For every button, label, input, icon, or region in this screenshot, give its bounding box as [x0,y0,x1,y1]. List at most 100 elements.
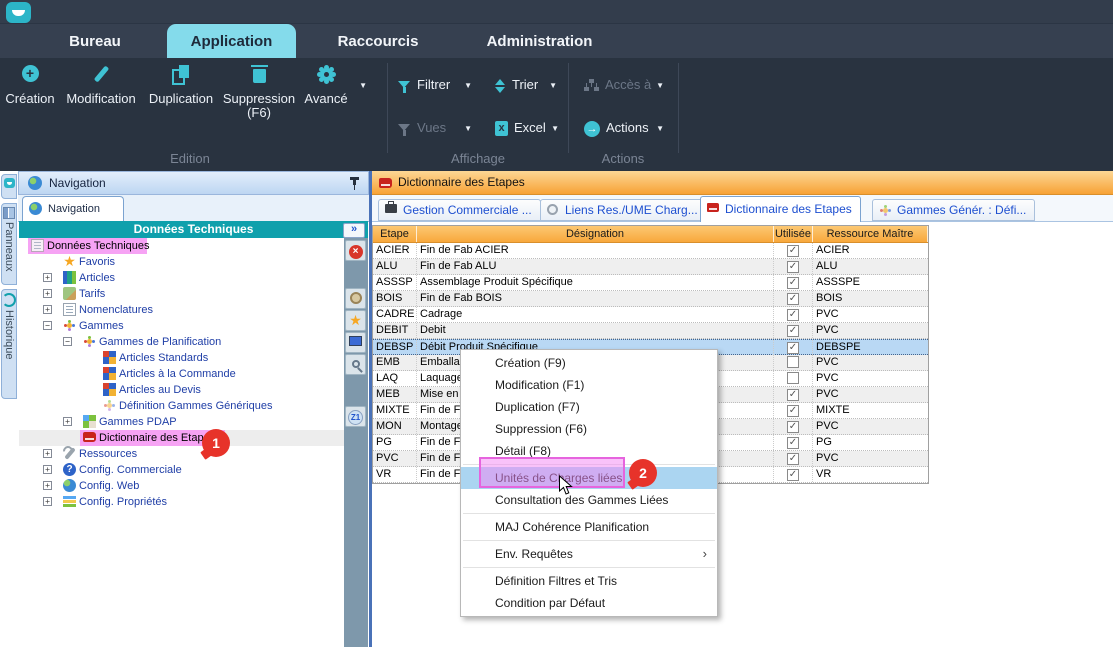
tree-expander-icon[interactable]: + [43,465,52,474]
menu-item-suppression-f6-[interactable]: Suppression (F6) [461,418,717,440]
menu-item-duplication-f7-[interactable]: Duplication (F7) [461,396,717,418]
tree-item-favoris[interactable]: Favoris [19,254,344,270]
app-logo-icon[interactable] [6,2,31,23]
table-row-asssp[interactable]: ASSSPAssemblage Produit Spécifique✓ASSSP… [373,275,928,291]
checkbox[interactable]: ✓ [787,277,799,289]
pin-icon[interactable] [353,177,356,185]
tree-expander-icon[interactable]: + [43,273,52,282]
checkbox[interactable]: ✓ [787,342,799,354]
checkbox[interactable] [787,356,799,368]
checkbox[interactable]: ✓ [787,293,799,305]
checkbox[interactable]: ✓ [787,245,799,257]
document-tab-1[interactable]: Gestion Commerciale ... [378,199,541,221]
table-row-alu[interactable]: ALUFin de Fab ALU✓ALU [373,259,928,275]
button-trier[interactable]: Trier▼ [495,76,557,94]
side-button-z1[interactable]: Z1 [345,406,366,427]
button-label: Avancé [299,92,353,106]
menu-separator [463,540,715,541]
column-header-d-signation[interactable]: Désignation [417,226,774,242]
tree-expander-icon[interactable]: + [43,289,52,298]
checkbox[interactable] [787,372,799,384]
collapse-panel-button[interactable]: » [343,223,365,238]
document-tab-3[interactable]: Dictionnaire des Etapes [700,196,861,222]
button-suppression-f6-[interactable]: Suppression (F6) [219,65,299,120]
ribbon-tab-administration[interactable]: Administration [458,24,621,59]
checkbox[interactable]: ✓ [787,389,799,401]
button-modification[interactable]: Modification [59,65,143,106]
menu-item-consultation-des-gammes-li-es[interactable]: Consultation des Gammes Liées [461,489,717,511]
document-tab-4[interactable]: Gammes Génér. : Défi... [872,199,1035,221]
checkbox[interactable]: ✓ [787,421,799,433]
dock-tab-app[interactable] [1,174,17,199]
checkbox[interactable]: ✓ [787,469,799,481]
button-actions[interactable]: →Actions▼ [584,119,664,137]
menu-item-condition-par-d-faut[interactable]: Condition par Défaut [461,592,717,614]
dropdown-arrow-icon[interactable]: ▼ [656,120,664,138]
dropdown-arrow-icon[interactable]: ▼ [549,77,557,95]
column-header-utilis-e[interactable]: Utilisée [774,226,813,242]
tree-item-gammes-de-planification[interactable]: −Gammes de Planification [19,334,344,350]
tree-item-gammes-pdap[interactable]: +Gammes PDAP [19,414,344,430]
checkbox[interactable]: ✓ [787,453,799,465]
tree-item-tarifs[interactable]: +Tarifs [19,286,344,302]
checkbox[interactable]: ✓ [787,309,799,321]
dock-tab-historique[interactable]: Historique [1,289,17,399]
table-row-debit[interactable]: DEBITDebit✓PVC [373,323,928,339]
table-row-cadre[interactable]: CADRECadrage✓PVC [373,307,928,323]
button-duplication[interactable]: Duplication [143,65,219,106]
tree-item-articles-standards[interactable]: Articles Standards [19,350,344,366]
tree-item-config-web[interactable]: +Config. Web [19,478,344,494]
tree-item-ressources[interactable]: +Ressources [19,446,344,462]
side-button-wheel[interactable] [345,288,366,309]
tree-item-nomenclatures[interactable]: +Nomenclatures [19,302,344,318]
checkbox[interactable]: ✓ [787,437,799,449]
tree-item-donn-es-techniques[interactable]: Données Techniques [19,238,344,254]
side-button-search[interactable] [345,354,366,375]
tree-expander-icon[interactable]: + [43,497,52,506]
tree-expander-icon[interactable]: + [43,481,52,490]
tab-navigation[interactable]: Navigation [22,196,124,222]
tree-expander-icon[interactable]: + [63,417,72,426]
button-cr-ation[interactable]: +Création [2,65,58,106]
menu-item-env-requ-tes[interactable]: Env. Requêtes› [461,543,717,565]
side-button-star[interactable]: ★ [345,310,366,331]
table-row-acier[interactable]: ACIERFin de Fab ACIER✓ACIER [373,243,928,259]
tree-item-articles-au-devis[interactable]: Articles au Devis [19,382,344,398]
tree-item-config-commerciale[interactable]: +Config. Commerciale [19,462,344,478]
dock-tab-panneaux[interactable]: Panneaux [1,203,17,285]
checkbox[interactable]: ✓ [787,261,799,273]
tree-item-articles[interactable]: +Articles [19,270,344,286]
menu-item-modification-f1-[interactable]: Modification (F1) [461,374,717,396]
tree-expander-icon[interactable]: − [63,337,72,346]
tree-expander-icon[interactable]: + [43,305,52,314]
document-tab-2[interactable]: Liens Res./UME Charg... [540,199,707,221]
tree-item-articles-la-commande[interactable]: Articles à la Commande [19,366,344,382]
tree-item-dictionnaire-des-etapes[interactable]: Dictionnaire des Etapes [19,430,344,446]
flower2-icon [103,399,116,412]
tree-item-gammes[interactable]: −Gammes [19,318,344,334]
menu-item-maj-coh-rence-planification[interactable]: MAJ Cohérence Planification [461,516,717,538]
dropdown-arrow-icon[interactable]: ▼ [359,79,367,93]
tree-item-config-propri-t-s[interactable]: +Config. Propriétés [19,494,344,510]
button-filtrer[interactable]: Filtrer▼ [398,76,472,94]
side-button-close[interactable]: × [345,240,366,261]
menu-item-d-finition-filtres-et-tris[interactable]: Définition Filtres et Tris [461,570,717,592]
button-avanc-[interactable]: Avancé▼ [299,65,353,106]
checkbox[interactable]: ✓ [787,325,799,337]
dropdown-arrow-icon[interactable]: ▼ [551,120,559,138]
menu-item-cr-ation-f9-[interactable]: Création (F9) [461,352,717,374]
column-header-ressource-ma-tre[interactable]: Ressource Maître [813,226,928,242]
side-button-monitor[interactable] [345,332,366,353]
ribbon-tab-application[interactable]: Application [167,24,296,59]
ribbon-tab-bureau[interactable]: Bureau [45,24,145,59]
cell-designation: Cadrage [417,307,774,322]
ribbon-tab-raccourcis[interactable]: Raccourcis [316,24,440,59]
tree-expander-icon[interactable]: − [43,321,52,330]
table-row-bois[interactable]: BOISFin de Fab BOIS✓BOIS [373,291,928,307]
button-excel[interactable]: xExcel▼ [495,119,559,137]
checkbox[interactable]: ✓ [787,405,799,417]
tree-item-d-finition-gammes-g-n-riques[interactable]: Définition Gammes Génériques [19,398,344,414]
tree-expander-icon[interactable]: + [43,449,52,458]
column-header-etape[interactable]: Etape [373,226,417,242]
dropdown-arrow-icon[interactable]: ▼ [464,77,472,95]
